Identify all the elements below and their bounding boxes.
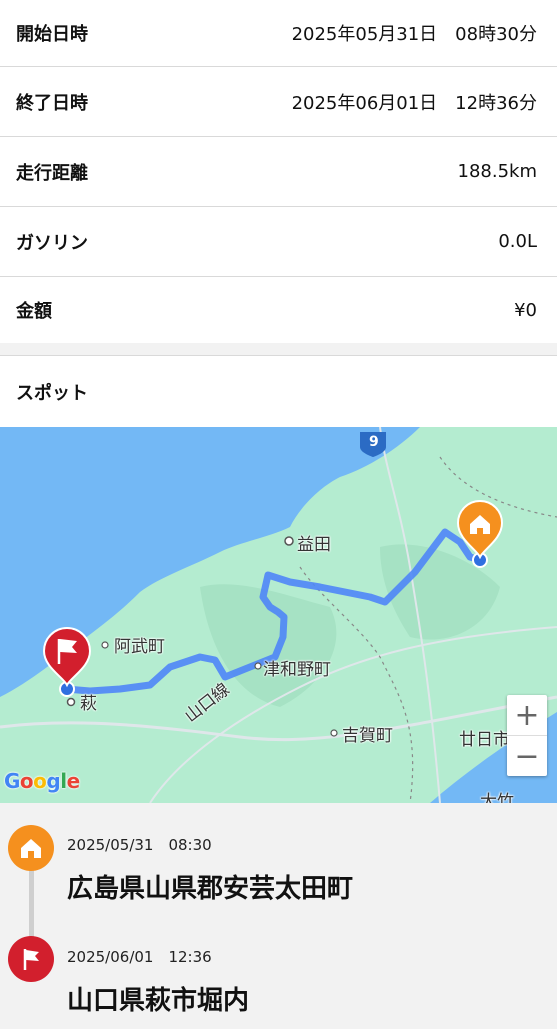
masuda-label: 益田 bbox=[297, 535, 331, 555]
timeline-address: 山口県萩市堀内 bbox=[67, 986, 250, 1016]
flag-icon bbox=[8, 936, 54, 982]
zoom-out-button[interactable]: − bbox=[507, 736, 547, 776]
spot-section-title: スポット bbox=[0, 355, 557, 427]
spot-timeline: 2025/05/31 08:30 広島県山県郡安芸太田町 2025/06/01 … bbox=[0, 803, 557, 1029]
tsuwano-dot bbox=[254, 662, 262, 670]
yoshika-label: 吉賀町 bbox=[342, 726, 393, 746]
timeline-time: 2025/06/01 12:36 bbox=[67, 948, 212, 966]
tsuwano-label: 津和野町 bbox=[263, 660, 331, 680]
end-datetime-label: 終了日時 bbox=[16, 92, 88, 114]
masuda-dot bbox=[284, 536, 294, 546]
start-datetime-row: 開始日時 2025年05月31日 08時30分 bbox=[0, 0, 557, 67]
start-datetime-label: 開始日時 bbox=[16, 24, 88, 45]
end-marker-flag-icon[interactable] bbox=[42, 627, 92, 688]
border-line bbox=[439, 456, 557, 518]
route-map[interactable]: 9 益田 阿武町 津和野町 萩 山口線 吉賀町 廿日市 大竹 + − Googl… bbox=[0, 427, 557, 803]
amount-row: 金額 ¥0 bbox=[0, 277, 557, 343]
zoom-in-button[interactable]: + bbox=[507, 695, 547, 735]
google-logo: Google bbox=[4, 769, 80, 793]
yoshika-dot bbox=[330, 729, 338, 737]
abu-label: 阿武町 bbox=[114, 637, 165, 657]
end-datetime-value: 2025年06月01日 12時36分 bbox=[291, 92, 537, 114]
distance-label: 走行距離 bbox=[16, 162, 88, 184]
trip-summary: 開始日時 2025年05月31日 08時30分 終了日時 2025年06月01日… bbox=[0, 0, 557, 343]
timeline-time: 2025/05/31 08:30 bbox=[67, 836, 212, 854]
hagi-label: 萩 bbox=[80, 694, 97, 714]
distance-row: 走行距離 188.5km bbox=[0, 137, 557, 207]
otake-label: 大竹 bbox=[480, 792, 514, 803]
gasoline-row: ガソリン 0.0L bbox=[0, 207, 557, 277]
route-9-label: 9 bbox=[369, 434, 379, 450]
hagi-dot bbox=[66, 697, 76, 707]
start-datetime-value: 2025年05月31日 08時30分 bbox=[291, 24, 537, 45]
amount-label: 金額 bbox=[16, 301, 52, 322]
gasoline-value: 0.0L bbox=[498, 231, 537, 252]
zoom-controls: + − bbox=[507, 695, 547, 776]
distance-value: 188.5km bbox=[457, 161, 538, 182]
abu-dot bbox=[101, 641, 109, 649]
section-divider bbox=[0, 343, 557, 355]
amount-value: ¥0 bbox=[514, 299, 537, 321]
end-datetime-row: 終了日時 2025年06月01日 12時36分 bbox=[0, 67, 557, 137]
gasoline-label: ガソリン bbox=[16, 232, 88, 254]
timeline-address: 広島県山県郡安芸太田町 bbox=[67, 874, 354, 904]
home-icon bbox=[8, 825, 54, 871]
hatsukaichi-label: 廿日市 bbox=[459, 730, 510, 750]
